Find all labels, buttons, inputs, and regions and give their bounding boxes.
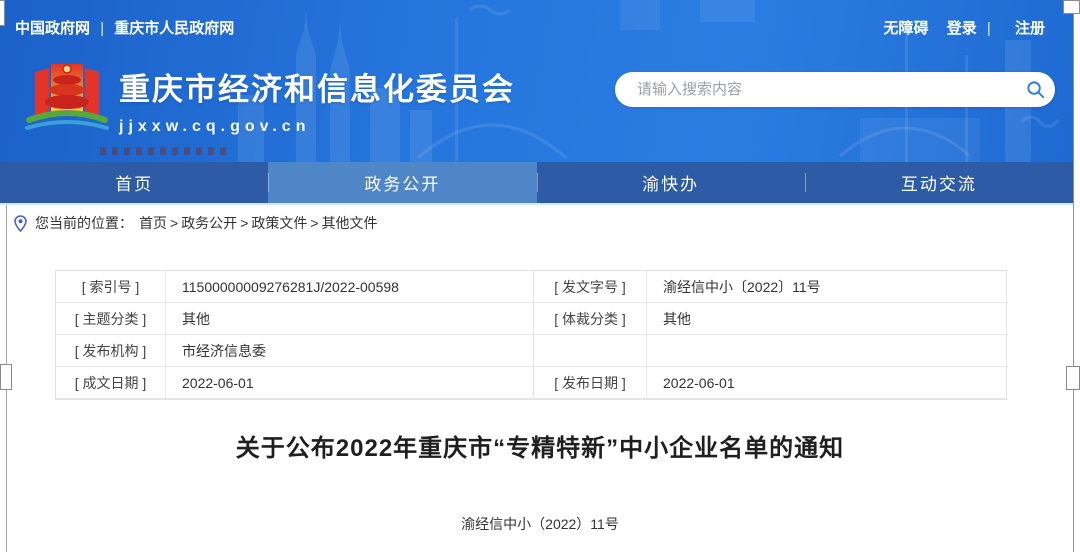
topbar: 中国政府网 | 重庆市人民政府网 无障碍 登录 | 注册 <box>15 17 1045 38</box>
right-crop-handle <box>1066 366 1080 390</box>
link-accessibility[interactable]: 无障碍 <box>884 20 929 37</box>
meta-label-empty <box>534 335 647 367</box>
document-meta-table: [ 索引号 ] 11500000009276281J/2022-00598 [ … <box>55 270 1007 400</box>
meta-value-doc-no: 渝经信中小〔2022〕11号 <box>647 271 1008 303</box>
meta-label-doc-no: [ 发文字号 ] <box>534 271 647 303</box>
link-china-gov[interactable]: 中国政府网 <box>15 20 90 37</box>
breadcrumb-prefix: 您当前的位置： <box>35 213 133 233</box>
breadcrumb-gov-disclosure[interactable]: 政务公开 <box>181 213 237 233</box>
meta-label-index-no: [ 索引号 ] <box>56 271 166 303</box>
site-header-banner: 中国政府网 | 重庆市人民政府网 无障碍 登录 | 注册 <box>0 0 1073 162</box>
nav-underline <box>0 203 1073 205</box>
topbar-right-links: 无障碍 登录 | 注册 <box>870 17 1045 38</box>
meta-label-issuing-agency: [ 发布机构 ] <box>56 335 166 367</box>
breadcrumb-home[interactable]: 首页 <box>139 213 167 233</box>
location-pin-icon <box>14 215 27 232</box>
site-logo-icon <box>25 56 109 140</box>
link-login[interactable]: 登录 <box>947 20 977 37</box>
link-cq-gov[interactable]: 重庆市人民政府网 <box>114 20 234 37</box>
meta-value-publish-date: 2022-06-01 <box>647 367 1008 399</box>
topbar-divider: | <box>100 20 104 37</box>
nav-tab-yukuaiban[interactable]: 渝快办 <box>537 162 805 203</box>
meta-label-publish-date: [ 发布日期 ] <box>534 367 647 399</box>
top-right-crop-handle <box>1063 0 1080 14</box>
meta-label-written-date: [ 成文日期 ] <box>56 367 166 399</box>
brand-text: 重庆市经济和信息化委员会 jjxxw.cq.gov.cn <box>119 56 515 136</box>
top-left-crop-handle <box>0 0 5 26</box>
link-register[interactable]: 注册 <box>1015 20 1045 37</box>
document-title: 关于公布2022年重庆市“专精特新”中小企业名单的通知 <box>40 428 1040 463</box>
page: 中国政府网 | 重庆市人民政府网 无障碍 登录 | 注册 <box>0 0 1080 552</box>
meta-label-topic-class: [ 主题分类 ] <box>56 303 166 335</box>
topbar-divider-2: | <box>987 20 991 37</box>
search-button[interactable] <box>1015 72 1055 107</box>
document-number: 渝经信中小（2022）11号 <box>40 514 1040 534</box>
breadcrumb-separator: > <box>310 215 318 231</box>
breadcrumb-separator: > <box>240 215 248 231</box>
site-url: jjxxw.cq.gov.cn <box>119 118 515 136</box>
right-edge-strip <box>1073 0 1080 552</box>
nav-tab-gov-disclosure[interactable]: 政务公开 <box>268 162 536 203</box>
breadcrumb: 您当前的位置： 首页 > 政务公开 > 政策文件 > 其他文件 <box>14 213 378 233</box>
breadcrumb-policy-files[interactable]: 政策文件 <box>251 213 307 233</box>
site-brand[interactable]: 重庆市经济和信息化委员会 jjxxw.cq.gov.cn <box>25 56 515 140</box>
search-bar <box>615 72 1055 107</box>
breadcrumb-other-files[interactable]: 其他文件 <box>322 213 378 233</box>
meta-value-issuing-agency: 市经济信息委 <box>166 335 534 367</box>
topbar-left-links: 中国政府网 | 重庆市人民政府网 <box>15 17 234 38</box>
site-title: 重庆市经济和信息化委员会 <box>119 64 515 109</box>
meta-value-index-no: 11500000009276281J/2022-00598 <box>166 271 534 303</box>
meta-value-empty <box>647 335 1008 367</box>
meta-value-written-date: 2022-06-01 <box>166 367 534 399</box>
main-nav: 首页 政务公开 渝快办 互动交流 <box>0 162 1073 203</box>
search-icon <box>1026 80 1045 99</box>
breadcrumb-separator: > <box>170 215 178 231</box>
meta-value-genre-class: 其他 <box>647 303 1008 335</box>
nav-tab-interaction[interactable]: 互动交流 <box>805 162 1073 203</box>
left-crop-handle <box>0 364 12 390</box>
search-input[interactable] <box>615 81 1015 98</box>
nav-tab-home[interactable]: 首页 <box>0 162 268 203</box>
meta-value-topic-class: 其他 <box>166 303 534 335</box>
meta-label-genre-class: [ 体裁分类 ] <box>534 303 647 335</box>
